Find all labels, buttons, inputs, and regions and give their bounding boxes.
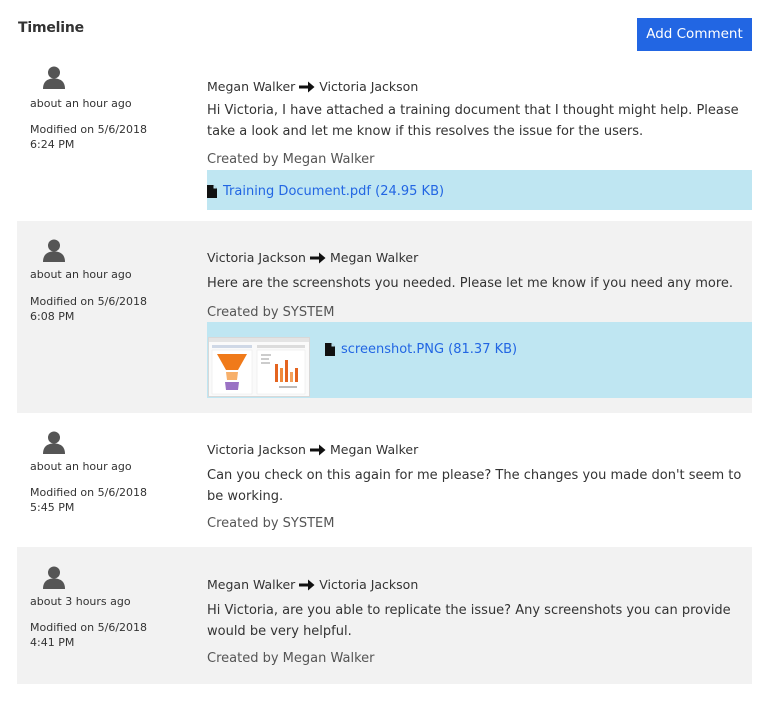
- entry-from: Megan Walker: [207, 79, 296, 94]
- entry-to: Megan Walker: [329, 250, 419, 265]
- entry-from-to: Victoria Jackson Megan Walker: [207, 442, 418, 457]
- user-avatar-icon: [43, 431, 65, 454]
- attachment-link[interactable]: screenshot.PNG (81.37 KB): [325, 342, 517, 357]
- user-avatar-icon: [43, 239, 65, 262]
- attachment-label: Training Document.pdf (24.95 KB): [223, 184, 445, 199]
- right-arrow-icon: [299, 81, 315, 92]
- entry-modified: Modified on 5/6/2018 6:24 PM: [30, 123, 148, 151]
- thumbnail-image: [209, 338, 309, 395]
- attachment-box: Training Document.pdf (24.95 KB): [207, 170, 752, 210]
- entry-to: Victoria Jackson: [319, 79, 419, 94]
- entry-from-to: Megan Walker Victoria Jackson: [207, 577, 418, 592]
- entry-ago: about 3 hours ago: [30, 595, 131, 608]
- entry-created-by: Created by SYSTEM: [207, 305, 335, 320]
- attachment-label: screenshot.PNG (81.37 KB): [341, 342, 518, 357]
- timeline-entry: about an hour ago Modified on 5/6/2018 6…: [17, 221, 752, 413]
- entry-text: Can you check on this again for me pleas…: [207, 468, 742, 504]
- entry-ago: about an hour ago: [30, 460, 132, 473]
- attachment-link[interactable]: Training Document.pdf (24.95 KB): [207, 184, 444, 199]
- screenshot-thumbnail[interactable]: [208, 337, 310, 397]
- file-icon: [325, 343, 335, 356]
- right-arrow-icon: [299, 579, 315, 590]
- entry-ago: about an hour ago: [30, 97, 132, 110]
- entry-modified: Modified on 5/6/2018 4:41 PM: [30, 621, 148, 649]
- entry-from-to: Victoria Jackson Megan Walker: [207, 250, 418, 265]
- attachment-box: screenshot.PNG (81.37 KB): [207, 322, 752, 398]
- entry-text: Hi Victoria, I have attached a training …: [207, 103, 739, 139]
- entry-modified: Modified on 5/6/2018 6:08 PM: [30, 295, 148, 323]
- timeline-entry: about 3 hours ago Modified on 5/6/2018 4…: [17, 547, 752, 684]
- timeline-entry: about an hour ago Modified on 5/6/2018 6…: [17, 58, 752, 210]
- entry-created-by: Created by SYSTEM: [207, 516, 335, 531]
- page-title: Timeline: [18, 20, 84, 36]
- user-avatar-icon: [43, 566, 65, 589]
- entry-text: Here are the screenshots you needed. Ple…: [207, 276, 734, 291]
- entry-from: Victoria Jackson: [207, 442, 306, 457]
- right-arrow-icon: [309, 252, 326, 263]
- timeline-entry: about an hour ago Modified on 5/6/2018 5…: [17, 413, 752, 547]
- entry-modified: Modified on 5/6/2018 5:45 PM: [30, 486, 148, 514]
- file-icon: [207, 185, 217, 198]
- entry-from: Megan Walker: [207, 577, 296, 592]
- entry-text: Hi Victoria, are you able to replicate t…: [207, 603, 731, 639]
- entry-to: Megan Walker: [329, 442, 419, 457]
- entry-from: Victoria Jackson: [207, 250, 306, 265]
- entry-created-by: Created by Megan Walker: [207, 152, 375, 167]
- right-arrow-icon: [309, 444, 326, 455]
- add-comment-button[interactable]: Add Comment: [637, 18, 752, 51]
- entry-from-to: Megan Walker Victoria Jackson: [207, 79, 418, 94]
- entry-created-by: Created by Megan Walker: [207, 651, 375, 666]
- user-avatar-icon: [43, 66, 65, 89]
- entry-to: Victoria Jackson: [319, 577, 419, 592]
- entry-ago: about an hour ago: [30, 268, 132, 281]
